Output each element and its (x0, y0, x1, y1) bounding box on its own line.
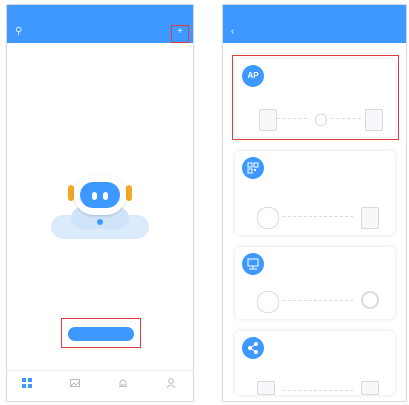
lan-icon (242, 253, 264, 275)
add-device-screen: ‹ AP ◯ (222, 4, 407, 402)
method-diagram (243, 207, 387, 231)
robot-icon (74, 175, 126, 215)
status-bar (231, 9, 398, 17)
camera-icon (257, 207, 279, 229)
method-diagram (243, 381, 387, 395)
method-card-scan[interactable] (235, 151, 395, 235)
share-icon (242, 337, 264, 359)
image-icon (70, 375, 80, 387)
robot-ear (126, 185, 132, 201)
robot-body-dot (97, 219, 103, 225)
qr-icon (242, 157, 264, 179)
device-icon (361, 207, 379, 229)
search-icon[interactable]: ⚲ (15, 27, 22, 37)
device-screen: ⚲ + (6, 4, 194, 402)
alarm-icon (118, 375, 128, 387)
back-icon[interactable]: ‹ (231, 27, 234, 37)
camera-device-icon (361, 291, 379, 309)
method-card-lan[interactable] (235, 247, 395, 319)
user-icon (166, 375, 176, 389)
tab-image[interactable] (63, 375, 87, 387)
phone-icon (257, 381, 275, 395)
highlight-frame (232, 55, 399, 140)
highlight-frame (171, 25, 189, 43)
method-card-share[interactable] (235, 331, 395, 395)
phone-icon (257, 291, 279, 313)
status-bar (15, 9, 185, 17)
empty-state-illustration (51, 163, 149, 243)
device-icon (22, 375, 32, 388)
tab-alarm[interactable] (111, 375, 135, 387)
method-diagram (243, 291, 387, 315)
tab-device[interactable] (15, 375, 39, 388)
top-bar: ‹ (223, 5, 406, 43)
phone-icon (361, 381, 379, 395)
highlight-frame (61, 318, 141, 348)
tab-bar (7, 370, 193, 401)
tab-user[interactable] (159, 375, 183, 389)
top-bar: ⚲ + (7, 5, 193, 43)
